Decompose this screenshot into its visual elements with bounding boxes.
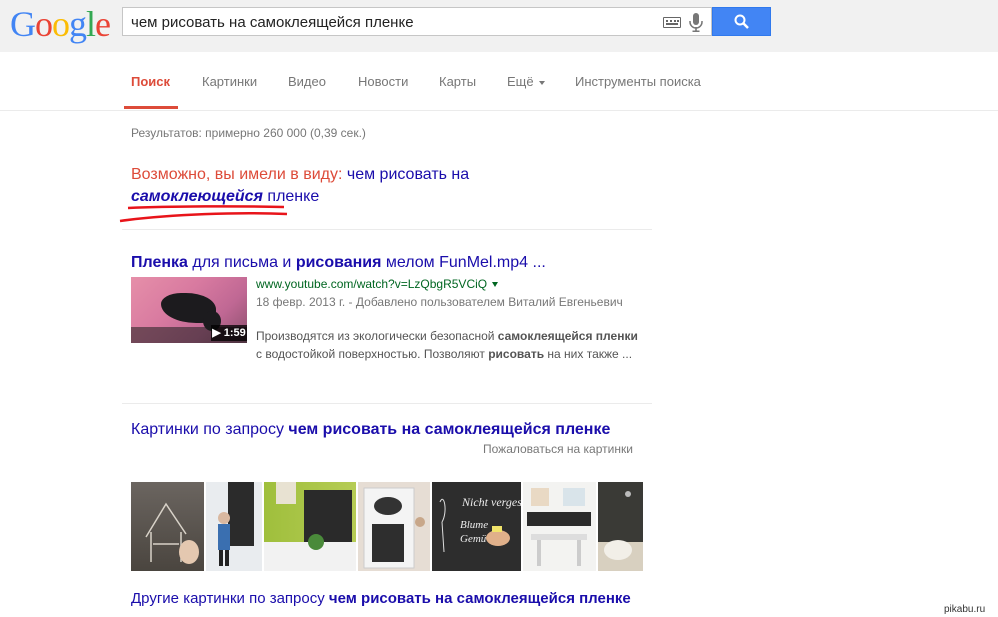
did-you-mean: Возможно, вы имели в виду: чем рисовать … <box>131 164 551 208</box>
report-images-link[interactable]: Пожаловаться на картинки <box>483 442 633 456</box>
image-thumbnail[interactable]: Nicht vergess Blume Gemü <box>432 482 521 571</box>
tab-more-label: Ещё <box>507 74 534 89</box>
result-meta: 18 февр. 2013 г. - Добавлено пользовател… <box>256 295 623 309</box>
more-query: чем рисовать на самоклеящейся пленке <box>328 590 631 607</box>
chalk-text: Nicht vergess <box>461 495 521 509</box>
chalkboard-wall <box>264 482 356 571</box>
active-tab-indicator <box>124 106 178 109</box>
dym-corrected-word: самоклеющейся <box>131 188 263 205</box>
dark-interior <box>598 491 643 571</box>
search-input[interactable] <box>131 12 651 32</box>
search-tabs: Поиск Картинки Видео Новости Карты Ещё И… <box>0 52 998 111</box>
caret-down-icon[interactable] <box>492 282 499 288</box>
search-icon <box>734 14 749 29</box>
result-url[interactable]: www.youtube.com/watch?v=LzQbgR5VCiQ <box>256 277 499 291</box>
keyboard-icon[interactable] <box>663 17 681 28</box>
images-section-title[interactable]: Картинки по запросу чем рисовать на само… <box>131 420 631 439</box>
chalk-text: Gemü <box>460 533 487 545</box>
fridge-chalkboard <box>363 487 425 569</box>
images-title-prefix: Картинки по запросу <box>131 421 289 438</box>
video-thumbnail[interactable]: ▶ 1:59 <box>131 277 247 343</box>
image-thumbnail[interactable] <box>598 482 643 571</box>
snippet-bold: рисовать <box>488 347 545 361</box>
more-images-link[interactable]: Другие картинки по запросу чем рисовать … <box>131 590 631 607</box>
snippet-bold: самоклеящейся пленки <box>497 329 638 343</box>
dym-part2: пленке <box>267 188 320 205</box>
result-url-text: www.youtube.com/watch?v=LzQbgR5VCiQ <box>256 277 488 291</box>
tab-images[interactable]: Картинки <box>202 74 257 89</box>
tab-maps[interactable]: Карты <box>439 74 476 89</box>
google-logo[interactable]: Google <box>10 6 111 42</box>
tab-search-tools[interactable]: Инструменты поиска <box>575 74 701 89</box>
image-thumbnail[interactable] <box>523 482 596 571</box>
dym-part1: чем рисовать на <box>346 166 470 183</box>
room-chalkboard <box>527 488 591 566</box>
did-you-mean-label: Возможно, вы имели в виду: <box>131 166 343 183</box>
tab-video[interactable]: Видео <box>288 74 326 89</box>
snippet-text: с водостойкой поверхностью. Позволяют <box>256 347 489 361</box>
chalk-house-drawing <box>145 502 199 564</box>
title-bold-1: Пленка <box>131 254 188 271</box>
image-thumbnail[interactable] <box>206 482 262 571</box>
snippet-text: Производятся из экологически безопасной <box>256 329 498 343</box>
top-bar: Google <box>0 0 998 52</box>
divider <box>122 229 652 230</box>
child-chalkboard <box>218 482 254 566</box>
title-text-2: мелом FunMel.mp4 ... <box>381 254 546 271</box>
chalk-text: Blume <box>460 519 488 531</box>
image-thumbnail[interactable] <box>131 482 204 571</box>
image-thumbnail[interactable] <box>358 482 430 571</box>
images-title-query: чем рисовать на самоклеящейся пленке <box>288 421 611 438</box>
microphone-icon[interactable] <box>689 13 703 32</box>
chalk-lettering: Nicht vergess Blume Gemü <box>439 495 521 553</box>
tab-search[interactable]: Поиск <box>131 74 170 89</box>
search-box[interactable] <box>122 7 712 36</box>
more-prefix: Другие картинки по запросу <box>131 590 329 607</box>
result-snippet: Производятся из экологически безопасной … <box>256 327 646 363</box>
search-button[interactable] <box>712 7 771 36</box>
snippet-text: на них также ... <box>544 347 633 361</box>
title-bold-2: рисования <box>295 254 382 271</box>
image-thumbnail[interactable] <box>264 482 356 571</box>
video-duration: ▶ 1:59 <box>211 325 247 341</box>
tab-more[interactable]: Ещё <box>507 74 545 89</box>
chevron-down-icon <box>538 80 545 85</box>
result-title-link[interactable]: Пленка для письма и рисования мелом FunM… <box>131 254 546 272</box>
watermark: pikabu.ru <box>944 604 986 615</box>
tab-news[interactable]: Новости <box>358 74 408 89</box>
title-text-1: для письма и <box>187 254 296 271</box>
divider <box>122 403 652 404</box>
result-stats: Результатов: примерно 260 000 (0,39 сек.… <box>131 126 366 140</box>
